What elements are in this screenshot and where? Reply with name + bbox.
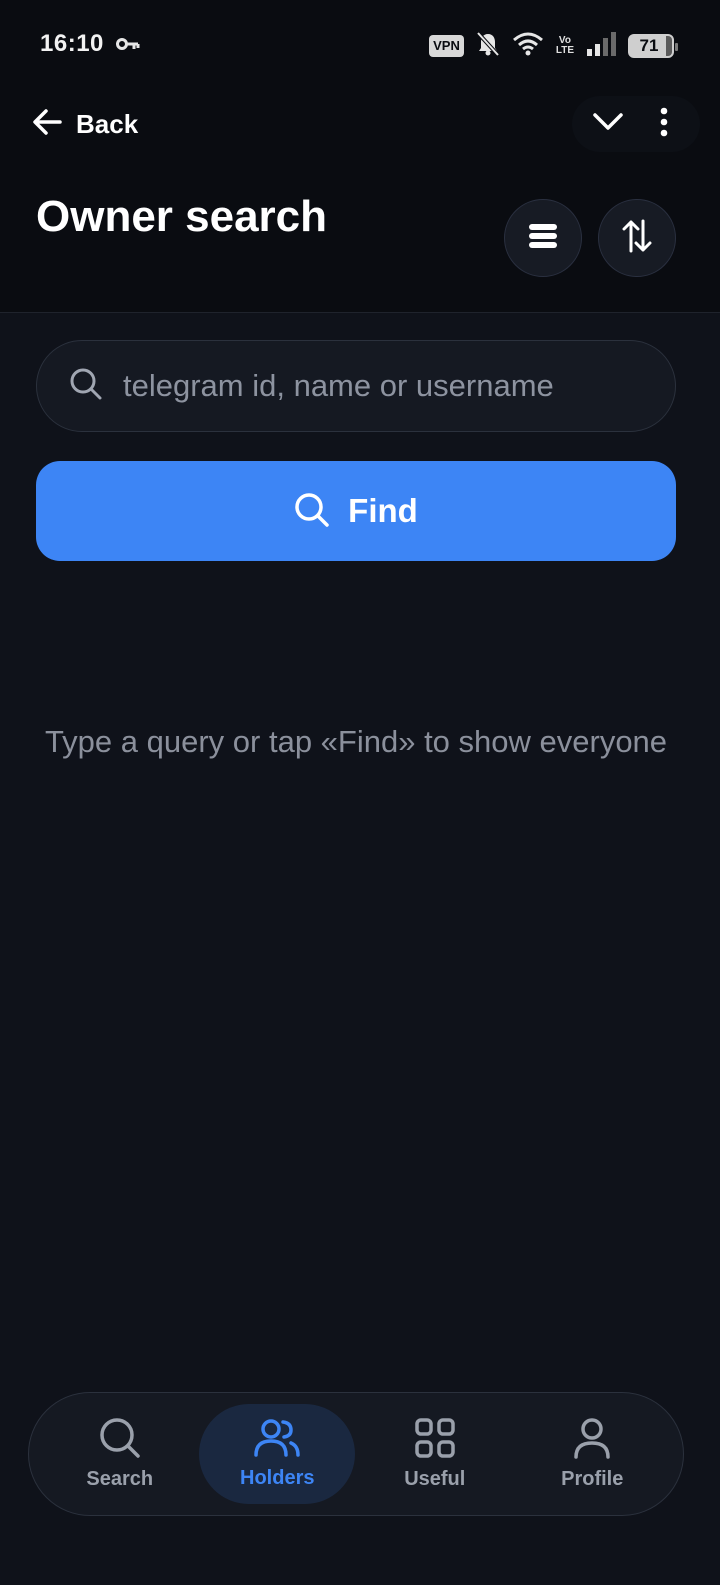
nav-label: Holders [240,1467,315,1489]
status-bar: 16:10 VPN Vo LTE 71 [0,0,720,92]
top-area: 16:10 VPN Vo LTE 71 Back Owner search [0,0,720,313]
collapse-button[interactable] [584,100,632,148]
search-icon [99,1417,141,1464]
chevron-down-icon [593,112,623,136]
sort-arrows-icon [622,219,652,258]
nav-label: Search [86,1468,154,1490]
find-button[interactable]: Find [36,461,676,561]
bottom-nav: Search Holders Useful Profile [28,1392,684,1516]
empty-state-hint: Type a query or tap «Find» to show every… [44,724,668,759]
status-icons: VPN Vo LTE 71 [429,31,678,62]
search-input[interactable] [123,361,593,411]
vpn-badge: VPN [429,35,464,57]
nav-label: Useful [404,1468,466,1490]
wifi-icon [512,32,544,61]
grid-icon [414,1417,456,1464]
more-options-button[interactable] [640,100,688,148]
users-icon [253,1418,301,1463]
menu-icon [528,223,558,254]
key-icon [116,36,140,57]
more-vertical-icon [660,107,668,142]
nav-item-useful[interactable]: Useful [357,1404,513,1504]
nav-item-search[interactable]: Search [42,1404,198,1504]
volte-indicator: Vo LTE [556,36,574,56]
back-button[interactable]: Back [24,100,146,148]
nav-label: Profile [561,1468,624,1490]
find-label: Find [348,492,418,529]
person-icon [572,1417,612,1464]
signal-icon [586,31,616,61]
battery-icon: 71 [628,34,678,58]
arrow-left-icon [32,108,62,141]
search-box [36,340,676,432]
status-time: 16:10 [40,30,104,57]
nav-item-profile[interactable]: Profile [514,1404,670,1504]
search-icon [69,367,103,406]
search-icon [294,492,330,531]
sort-button[interactable] [598,199,676,277]
page-title: Owner search [36,192,328,241]
volte-bottom: LTE [555,45,574,56]
mute-bell-icon [476,31,500,62]
menu-button[interactable] [504,199,582,277]
back-label: Back [76,108,139,139]
header-actions [572,96,700,152]
nav-item-holders[interactable]: Holders [199,1404,356,1504]
battery-level: 71 [639,36,659,55]
